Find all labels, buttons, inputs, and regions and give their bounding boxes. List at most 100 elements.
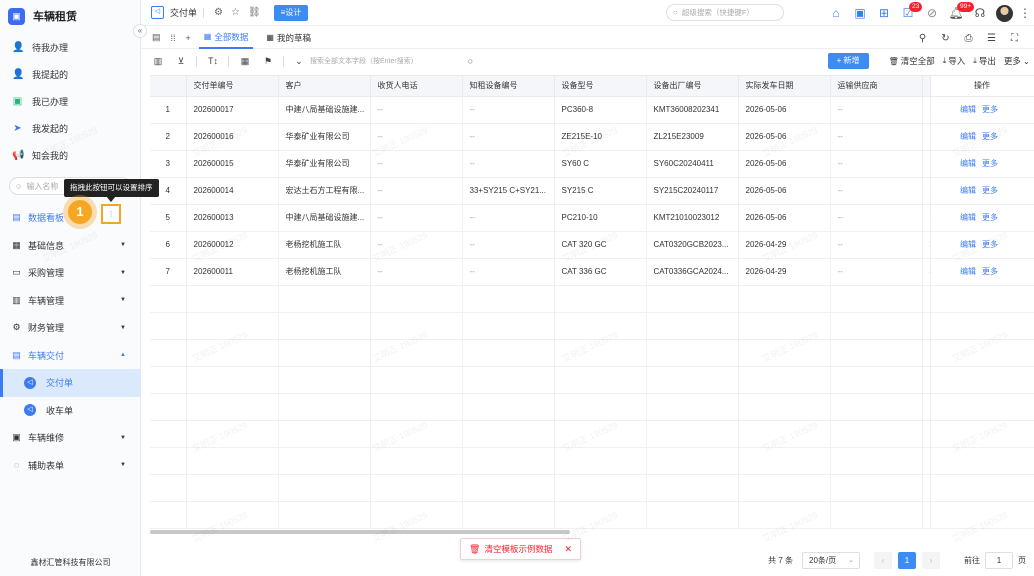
quick-nav-item[interactable]: 👤 待我办理 (0, 34, 140, 61)
edit-link[interactable]: 编辑 (960, 186, 976, 195)
trash-icon: 🗑︎ (469, 543, 481, 554)
sidebar-item-4[interactable]: ⚙ 财务管理 ▼ (0, 314, 140, 342)
print-icon[interactable]: ⎙ (957, 33, 980, 44)
sidebar-item-5[interactable]: ▤ 车辆交付 ▲ (0, 342, 140, 370)
contacts-icon[interactable]: ▣ (848, 0, 872, 26)
shield-icon[interactable]: ⊘ (920, 0, 944, 26)
delivery-form-icon: ◁ (24, 404, 36, 417)
empty-cell (922, 285, 931, 313)
filter-icon[interactable]: ⊻ (174, 56, 188, 67)
empty-cell (922, 312, 931, 340)
headset-icon[interactable]: ☊ (968, 0, 992, 26)
guide-step-badge: 1 (68, 200, 92, 224)
edit-link[interactable]: 编辑 (960, 213, 976, 222)
table-row[interactable]: 5 202600013 中建八局基础设施建... -- -- PC210-10 KMT210… (150, 204, 1034, 232)
more-link[interactable]: 更多 (982, 240, 998, 249)
sidebar-subitem-0[interactable]: ◁ 交付单 (0, 369, 140, 397)
cell-customer: 老杨挖机施工队 (278, 231, 371, 259)
table-row[interactable]: 1 202600017 中建八局基础设施建... -- -- PC360-8 KMT3600… (150, 96, 1034, 124)
more-link[interactable]: 更多 (982, 132, 998, 141)
drag-handle-icon[interactable]: ⁝ (101, 204, 121, 224)
clear-all-button[interactable]: 🗑︎ 清空全部 (889, 55, 935, 67)
sidebar-item-after-1[interactable]: ◌ 辅助表单 ▼ (0, 452, 140, 480)
menu-more-icon[interactable]: ⋮ (1016, 0, 1034, 26)
empty-cell (830, 339, 923, 367)
sidebar-subitem-1[interactable]: ◁ 收车单 (0, 397, 140, 425)
add-button[interactable]: + 新增 (827, 53, 869, 69)
refresh-icon[interactable]: ↻ (934, 33, 957, 44)
fullscreen-icon[interactable]: ⛶ (1003, 33, 1026, 44)
share-icon[interactable]: ⚲ (911, 33, 934, 44)
close-icon[interactable]: ✕ (564, 544, 572, 555)
cell-no: 202600011 (186, 258, 279, 286)
table-search-input[interactable]: ⌄ 搜索全部文本字段（按Enter搜索） ○ (290, 56, 473, 67)
more-link[interactable]: 更多 (982, 186, 998, 195)
sidebar-item-2[interactable]: ▭ 采购管理 ▼ (0, 259, 140, 287)
apps-icon[interactable]: ⊞ (872, 0, 896, 26)
tab-view-0[interactable]: ▦ 全部数据 (198, 27, 254, 49)
layout-icon[interactable]: ▤ (152, 32, 161, 43)
import-button[interactable]: ⤓ 导入 (943, 55, 966, 67)
home-icon[interactable]: ⌂ (824, 0, 848, 26)
avatar[interactable] (992, 0, 1016, 26)
bell-icon[interactable]: 🔔︎ 99+ (944, 0, 975, 26)
sidebar-item-3[interactable]: ▥ 车辆管理 ▼ (0, 287, 140, 315)
quick-nav-item[interactable]: 📢 知会我的 (0, 142, 140, 169)
clear-all-label: 清空全部 (900, 56, 935, 66)
column-header[interactable] (150, 76, 187, 97)
tasks-icon[interactable]: ☑ 23 (896, 0, 923, 26)
cell-date: 2026-05-06 (738, 96, 831, 124)
more-button[interactable]: 更多 ⌄ (1004, 55, 1030, 67)
table-row[interactable]: 7 202600011 老杨挖机施工队 -- -- CAT 336 GC CAT0336GC… (150, 258, 1034, 286)
calendar-icon[interactable]: ▦ (238, 56, 252, 67)
more-link[interactable]: 更多 (982, 267, 998, 276)
empty-cell (922, 501, 931, 529)
more-link[interactable]: 更多 (982, 213, 998, 222)
next-page-button[interactable]: › (922, 551, 940, 569)
table-row[interactable]: 6 202600012 老杨挖机施工队 -- -- CAT 320 GC CAT0320GC… (150, 231, 1034, 259)
empty-row (150, 285, 1034, 313)
edit-link[interactable]: 编辑 (960, 240, 976, 249)
empty-cell (930, 420, 1034, 448)
column-settings-icon[interactable]: ▥ (151, 56, 165, 67)
table-row[interactable]: 3 202600015 华泰矿业有限公司 -- -- SY60 C SY60C2024041… (150, 150, 1034, 178)
table-row[interactable]: 2 202600016 华泰矿业有限公司 -- -- ZE215E-10 ZL215E230… (150, 123, 1034, 151)
star-icon[interactable]: ☆ (231, 7, 240, 18)
flag-icon[interactable]: ⚑ (261, 56, 275, 67)
horizontal-scrollbar[interactable] (150, 530, 570, 534)
page-size-select[interactable]: 20条/页 ⌄ (802, 551, 860, 569)
sidebar-item-1[interactable]: ▦ 基础信息 ▼ (0, 232, 140, 260)
super-search-input[interactable]: ○ 超级搜索（快捷键F） (666, 4, 784, 21)
tab-view-1[interactable]: ▦ 我的草稿 (261, 27, 316, 49)
page-number-button[interactable]: 1 (898, 551, 916, 569)
goto-page-input[interactable]: 1 (985, 551, 1013, 569)
table-row[interactable]: 4 202600014 宏达土石方工程有限... -- 33+SY215 C+SY21.… (150, 177, 1034, 205)
list-settings-icon[interactable]: ☰ (980, 33, 1003, 44)
link-icon[interactable]: ⛓ (248, 7, 261, 18)
quick-nav-item[interactable]: ▣ 我已办理 (0, 88, 140, 115)
edit-link[interactable]: 编辑 (960, 105, 976, 114)
empty-cell (554, 339, 647, 367)
row-height-icon[interactable]: T↕ (206, 56, 220, 66)
grid-dots-icon[interactable]: ⁞⁞ (171, 33, 176, 43)
quick-nav-item[interactable]: ➤ 我发起的 (0, 115, 140, 142)
quick-nav-item[interactable]: 👤 我提起的 (0, 61, 140, 88)
sidebar-item-label: 采购管理 (28, 268, 65, 279)
design-button[interactable]: ≡设计 (273, 4, 309, 21)
more-link[interactable]: 更多 (982, 105, 998, 114)
export-button[interactable]: ⤓ 导出 (973, 55, 996, 67)
clear-demo-data-notice[interactable]: 🗑︎ 清空模板示例数据 ✕ (460, 538, 581, 560)
search-icon: ○ (467, 56, 474, 66)
more-link[interactable]: 更多 (982, 159, 998, 168)
empty-cell (462, 366, 555, 394)
empty-row (150, 501, 1034, 529)
edit-link[interactable]: 编辑 (960, 132, 976, 141)
sidebar-item-after-0[interactable]: ▣ 车辆维修 ▼ (0, 424, 140, 452)
edit-link[interactable]: 编辑 (960, 267, 976, 276)
prev-page-button[interactable]: ‹ (874, 551, 892, 569)
empty-cell (370, 312, 463, 340)
edit-link[interactable]: 编辑 (960, 159, 976, 168)
empty-cell (150, 474, 187, 502)
settings-icon[interactable]: ⚙ (214, 7, 223, 18)
empty-cell (370, 366, 463, 394)
